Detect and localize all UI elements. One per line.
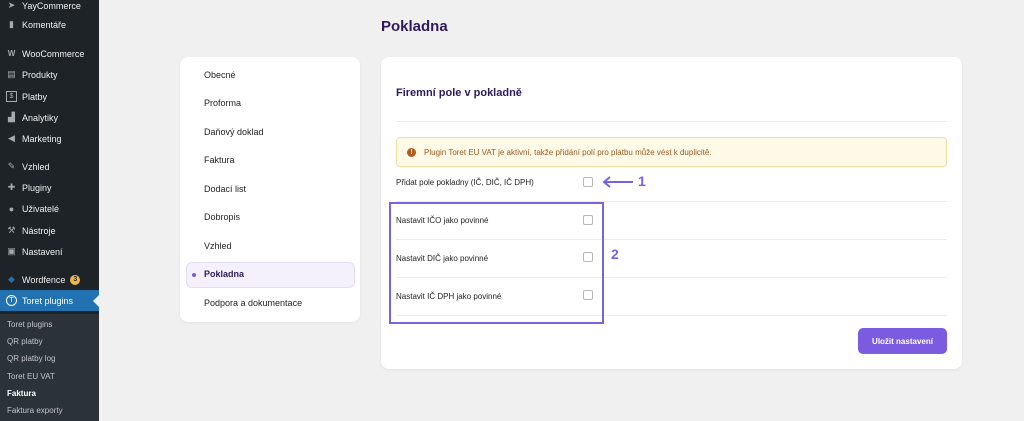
sidebar-item-wordfence[interactable]: ◆ Wordfence 3: [0, 269, 99, 290]
admin-submenu: Toret plugins QR platby QR platby log To…: [0, 314, 99, 421]
submenu-item-qr-platby-log[interactable]: QR platby log: [7, 354, 55, 363]
sidebar-item-label: Produkty: [22, 69, 58, 80]
nav-item-vzhled[interactable]: Vzhled: [204, 241, 232, 251]
archive-icon: ▤: [7, 69, 16, 79]
sidebar-item-analytiky[interactable]: ▟ Analytiky: [0, 107, 99, 128]
sidebar-item-label: Wordfence: [22, 274, 66, 285]
wordfence-icon: ◆: [8, 274, 15, 284]
submenu-item-faktura-exporty[interactable]: Faktura exporty: [7, 406, 63, 415]
sidebar-item-pluginy[interactable]: ✚ Pluginy: [0, 177, 99, 198]
save-settings-button[interactable]: Uložit nastavení: [858, 328, 947, 354]
sidebar-item-nastaveni[interactable]: ▣ Nastavení: [0, 241, 99, 262]
add-checkout-fields-label: Přidat pole pokladny (IČ, DIČ, IČ DPH): [396, 178, 534, 187]
sidebar-item-nastroje[interactable]: ⚒ Nástroje: [0, 220, 99, 241]
nav-item-proforma[interactable]: Proforma: [204, 98, 241, 108]
settings-icon: ▣: [7, 246, 16, 256]
sidebar-item-marketing[interactable]: ◀ Marketing: [0, 128, 99, 149]
divider: [396, 121, 947, 122]
annotation-highlight-box: [389, 202, 604, 324]
sidebar-item-label: Uživatelé: [22, 203, 60, 214]
nav-item-podpora[interactable]: Podpora a dokumentace: [204, 298, 302, 308]
nav-item-pokladna[interactable]: Pokladna: [204, 269, 244, 279]
megaphone-icon: ◀: [8, 133, 15, 143]
annotation-arrow-icon: [602, 176, 633, 188]
dollar-icon: $: [6, 91, 17, 102]
sidebar-item-woocommerce[interactable]: W WooCommerce: [0, 43, 99, 64]
sidebar-item-label: Nastavení: [22, 246, 63, 257]
brush-icon: ✎: [7, 161, 16, 171]
bar-chart-icon: ▟: [8, 112, 15, 122]
nav-item-danovy-doklad[interactable]: Daňový doklad: [204, 127, 264, 137]
warning-notice: ! Plugin Toret EU VAT je aktivní, takže …: [396, 137, 947, 167]
nav-item-dobropis[interactable]: Dobropis: [204, 212, 240, 222]
plugin-icon: ✚: [7, 182, 16, 192]
sidebar-item-label: Pluginy: [22, 182, 52, 193]
sidebar-item-vzhled[interactable]: ✎ Vzhled: [0, 156, 99, 177]
submenu-item-toret-plugins[interactable]: Toret plugins: [7, 320, 52, 329]
sidebar-item-label: Marketing: [22, 133, 62, 144]
toret-icon: T: [6, 295, 17, 306]
sidebar-item-toret-plugins[interactable]: T Toret plugins: [0, 290, 99, 311]
submenu-item-faktura[interactable]: Faktura: [7, 389, 36, 398]
annotation-number-1: 1: [638, 173, 646, 189]
notice-text: Plugin Toret EU VAT je aktivní, takže př…: [424, 147, 712, 157]
user-icon: ●: [8, 203, 15, 214]
sidebar-item-label: Toret plugins: [22, 295, 74, 306]
submenu-item-qr-platby[interactable]: QR platby: [7, 337, 43, 346]
active-dot-icon: [192, 273, 196, 277]
sidebar-item-label: Nástroje: [22, 225, 56, 236]
section-title: Firemní pole v pokladně: [396, 87, 522, 99]
sidebar-item-label: Komentáře: [22, 19, 67, 30]
paper-plane-icon: ➤: [7, 0, 16, 10]
sidebar-item-label: Analytiky: [22, 112, 59, 123]
nav-item-dodaci-list[interactable]: Dodací list: [204, 184, 246, 194]
sidebar-item-platby[interactable]: $ Platby: [0, 86, 99, 107]
sidebar-item-label: Platby: [22, 91, 48, 102]
sidebar-item-uzivatele[interactable]: ● Uživatelé: [0, 198, 99, 219]
page-title: Pokladna: [381, 18, 448, 35]
comment-icon: ▮: [9, 19, 14, 29]
submenu-item-toret-eu-vat[interactable]: Toret EU VAT: [7, 372, 55, 381]
sidebar-item-komentare[interactable]: ▮ Komentáře: [0, 14, 99, 35]
sidebar-item-produkty[interactable]: ▤ Produkty: [0, 64, 99, 85]
sidebar-item-label: Vzhled: [22, 161, 50, 172]
add-checkout-fields-checkbox[interactable]: [583, 177, 593, 187]
woo-icon: W: [7, 49, 16, 58]
sidebar-item-label: WooCommerce: [22, 48, 85, 59]
nav-item-obecne[interactable]: Obecné: [204, 70, 236, 80]
wrench-icon: ⚒: [7, 225, 16, 235]
nav-item-faktura[interactable]: Faktura: [204, 155, 235, 165]
sidebar-item-label: YayCommerce: [22, 0, 81, 11]
warning-icon: !: [407, 147, 416, 157]
update-count-badge: 3: [70, 274, 81, 285]
annotation-number-2: 2: [611, 246, 619, 262]
